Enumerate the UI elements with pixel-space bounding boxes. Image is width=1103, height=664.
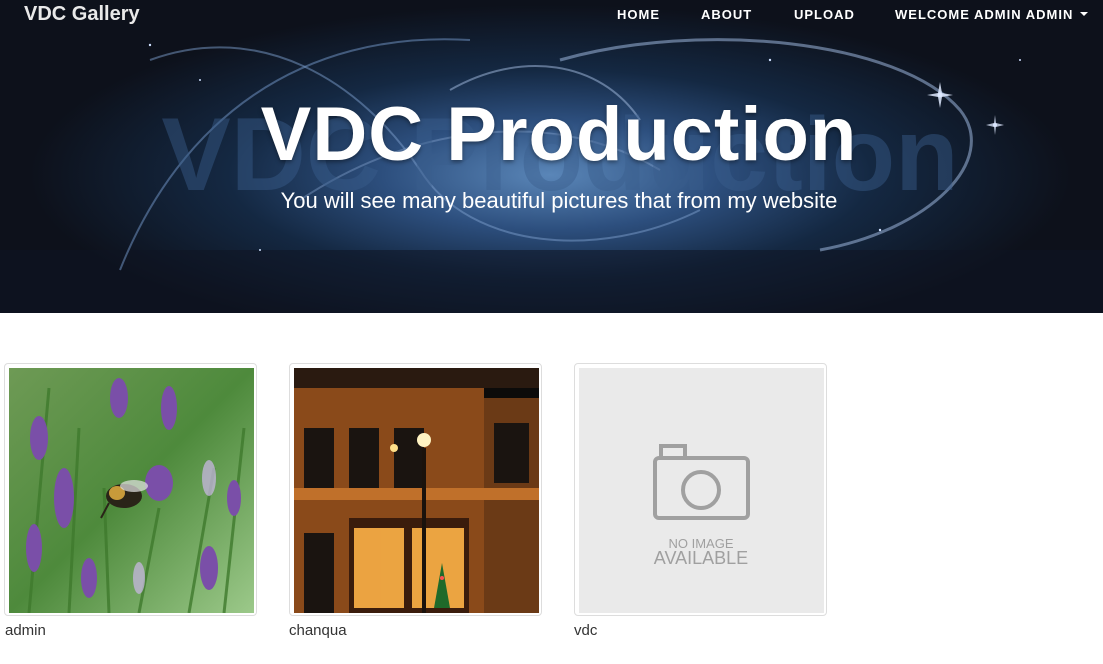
bee-on-lavender-thumbnail bbox=[9, 368, 254, 613]
hero-subtitle: You will see many beautiful pictures tha… bbox=[280, 188, 838, 213]
nav-upload-link[interactable]: UPLOAD bbox=[794, 7, 855, 22]
album-card-chanqua[interactable] bbox=[289, 363, 542, 616]
nav-about-link[interactable]: ABOUT bbox=[701, 7, 752, 22]
available-text: AVAILABLE bbox=[654, 548, 748, 568]
nav-home-link[interactable]: HOME bbox=[617, 7, 660, 22]
hero-title: VDC Production bbox=[260, 92, 858, 177]
album-card-vdc[interactable]: NO IMAGE AVAILABLE bbox=[574, 363, 827, 616]
user-menu-dropdown[interactable]: WELCOME ADMIN ADMIN bbox=[895, 7, 1089, 22]
hero-banner: VDC Production VDC Gallery HOME ABOUT UP… bbox=[0, 0, 1103, 313]
top-navbar: VDC Gallery HOME ABOUT UPLOAD WELCOME AD… bbox=[0, 0, 1103, 30]
caret-down-icon bbox=[1080, 12, 1089, 16]
album-name-label: chanqua bbox=[289, 622, 347, 639]
brand-link[interactable]: VDC Gallery bbox=[24, 3, 140, 26]
album-name-label: vdc bbox=[574, 622, 598, 639]
user-menu-label: WELCOME ADMIN ADMIN bbox=[895, 7, 1074, 22]
night-storefront-thumbnail bbox=[294, 368, 539, 613]
no-image-placeholder: NO IMAGE AVAILABLE bbox=[579, 368, 824, 613]
album-card-admin[interactable] bbox=[4, 363, 257, 616]
album-name-label: admin bbox=[5, 622, 46, 639]
